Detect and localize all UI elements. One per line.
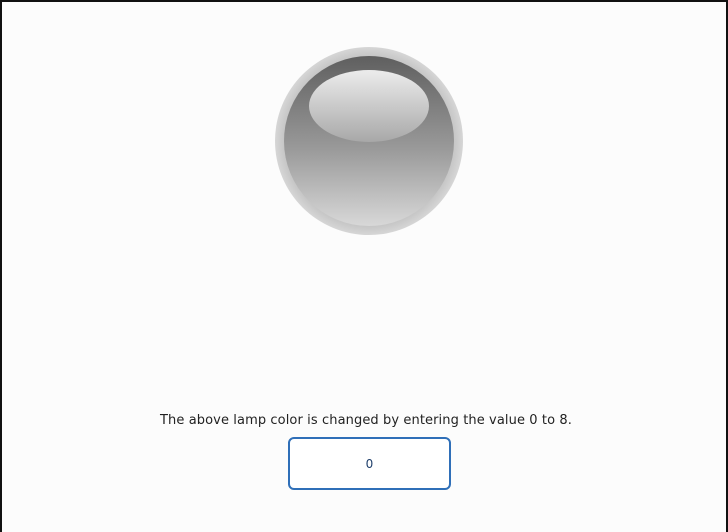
lamp-indicator xyxy=(274,46,464,236)
instruction-text: The above lamp color is changed by enter… xyxy=(159,413,572,428)
lamp-icon xyxy=(275,47,463,235)
lamp-highlight xyxy=(309,70,429,142)
lamp-demo-page: The above lamp color is changed by enter… xyxy=(0,0,728,532)
lamp-value-input[interactable] xyxy=(288,437,451,490)
